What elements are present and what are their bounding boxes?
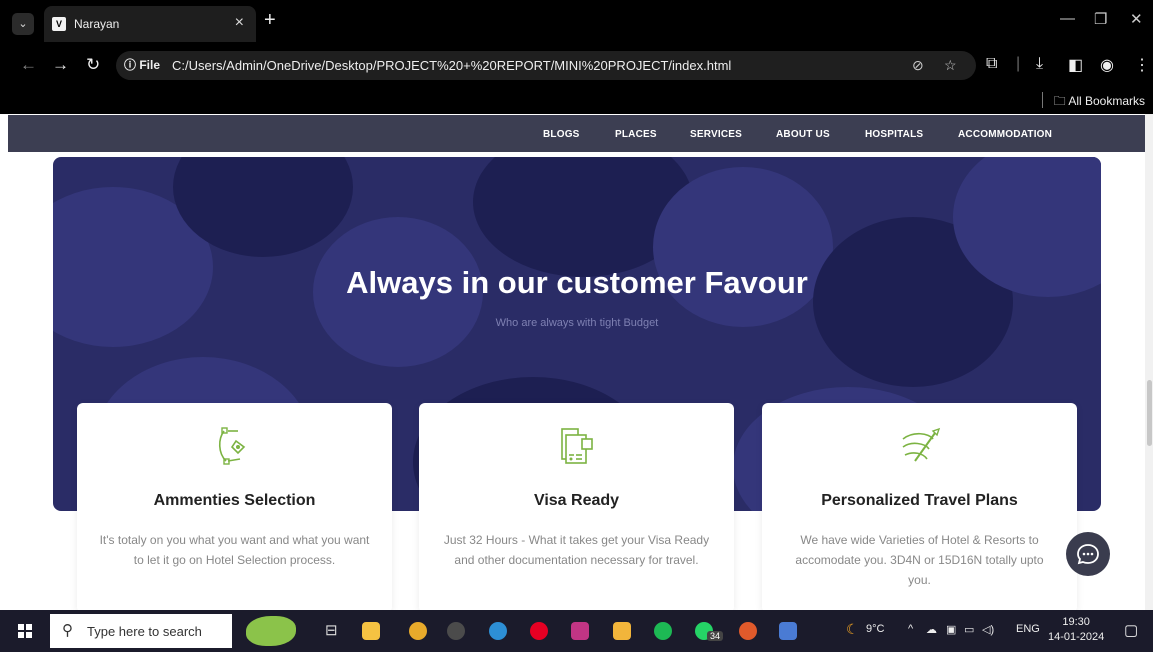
browser-tab[interactable]: V Narayan × <box>44 6 256 42</box>
site-info-chip[interactable]: ⓘ File <box>124 56 160 73</box>
notification-icon[interactable]: ▢ <box>1124 621 1138 639</box>
tab-title: Narayan <box>74 17 120 31</box>
clock-date: 14-01-2024 <box>1048 631 1105 643</box>
instagram-icon[interactable] <box>571 622 589 640</box>
volume-icon[interactable]: ◁) <box>982 623 994 636</box>
feature-card-amenities: Ammenties Selection It's totaly on you w… <box>77 403 392 610</box>
nav-link-services[interactable]: SERVICES <box>690 129 742 140</box>
address-toolbar: ← → ↻ ⓘ File C:/Users/Admin/OneDrive/Des… <box>0 46 1153 86</box>
bookmark-star-icon[interactable]: ☆ <box>944 57 957 74</box>
scrollbar[interactable] <box>1145 114 1153 610</box>
search-icon: ⚲ <box>62 622 73 639</box>
chat-button[interactable] <box>1066 532 1110 576</box>
feature-card-visa: Visa Ready Just 32 Hours - What it takes… <box>419 403 734 610</box>
edge-icon[interactable] <box>489 622 507 640</box>
hero-subtitle: Who are always with tight Budget <box>495 317 659 329</box>
address-bar[interactable]: ⓘ File C:/Users/Admin/OneDrive/Desktop/P… <box>116 51 976 80</box>
tray-chevron-icon[interactable]: ^ <box>908 623 913 635</box>
scrollbar-thumb[interactable] <box>1147 380 1152 446</box>
documents-icon <box>561 428 593 464</box>
tennis-widget-icon[interactable] <box>246 616 296 646</box>
hidden-eye-icon[interactable]: ⊘ <box>912 57 924 74</box>
page-viewport: BLOGS PLACES SERVICES ABOUT US HOSPITALS… <box>0 114 1153 610</box>
card-title: Visa Ready <box>533 492 620 509</box>
task-view-icon[interactable]: ⊟ <box>325 621 343 639</box>
translator-icon[interactable] <box>779 622 797 640</box>
nav-link-blogs[interactable]: BLOGS <box>543 129 580 140</box>
spotify-icon[interactable] <box>654 622 672 640</box>
feature-card-travel-plans: Personalized Travel Plans We have wide V… <box>762 403 1077 610</box>
tab-search-button[interactable]: ⌄ <box>12 13 34 35</box>
meet-now-icon[interactable]: ▣ <box>946 623 956 636</box>
language-indicator[interactable]: ENG <box>1016 623 1040 635</box>
forward-icon[interactable]: → <box>52 55 69 75</box>
settings-app-icon[interactable] <box>447 622 465 640</box>
file-explorer-icon[interactable] <box>613 622 631 640</box>
url-text[interactable]: C:/Users/Admin/OneDrive/Desktop/PROJECT%… <box>172 58 731 73</box>
close-tab-icon[interactable]: × <box>235 14 244 32</box>
chrome-profile-icon[interactable] <box>739 622 757 640</box>
nav-link-about-us[interactable]: ABOUT US <box>776 129 830 140</box>
back-icon[interactable]: ← <box>20 55 37 75</box>
side-panel-icon[interactable]: ◧ <box>1068 55 1083 75</box>
download-icon[interactable]: ⤓ <box>1036 55 1043 73</box>
travel-brush-icon <box>902 427 941 462</box>
all-bookmarks-label: All Bookmarks <box>1068 94 1145 108</box>
card-description: Just 32 Hours - What it takes get your V… <box>443 533 710 567</box>
reload-icon[interactable]: ↻ <box>86 55 100 75</box>
hero-background-shape <box>653 167 833 327</box>
chat-bubble-icon <box>1077 544 1099 565</box>
chrome-icon[interactable] <box>409 622 427 640</box>
menu-dots-icon[interactable]: ⋮ <box>1134 55 1150 75</box>
pinterest-icon[interactable] <box>530 622 548 640</box>
taskbar-search-placeholder: Type here to search <box>87 624 202 639</box>
close-window-icon[interactable]: ✕ <box>1130 10 1143 28</box>
minimize-icon[interactable]: — <box>1060 10 1075 27</box>
nav-link-places[interactable]: PLACES <box>615 129 657 140</box>
clock-time: 19:30 <box>1062 616 1090 628</box>
bookmarks-divider <box>1042 92 1043 108</box>
toolbar-divider: | <box>1016 55 1021 72</box>
folder-icon: 🗀 <box>1053 94 1069 108</box>
card-title: Personalized Travel Plans <box>821 492 1018 509</box>
whatsapp-badge: 34 <box>707 631 724 641</box>
browser-tab-bar: ⌄ V Narayan × + — ❐ ✕ <box>0 0 1153 46</box>
card-title: Ammenties Selection <box>153 492 316 509</box>
restore-icon[interactable]: ❐ <box>1094 10 1107 28</box>
all-bookmarks-button[interactable]: 🗀 All Bookmarks <box>1054 92 1145 113</box>
profile-icon[interactable]: ◉ <box>1100 55 1114 75</box>
favicon-icon: V <box>52 17 66 31</box>
card-description: It's totaly on you what you want and wha… <box>99 533 370 567</box>
taskbar-search-box[interactable]: ⚲ Type here to search <box>50 614 232 648</box>
new-tab-button[interactable]: + <box>264 9 276 32</box>
battery-icon[interactable]: ▭ <box>964 623 974 636</box>
hero-title: Always in our customer Favour <box>346 265 808 300</box>
moon-weather-icon: ☾ <box>846 621 859 637</box>
pen-tool-icon <box>218 427 246 465</box>
weather-temp[interactable]: 9°C <box>866 623 884 635</box>
system-clock[interactable]: 19:30 14-01-2024 <box>1048 615 1104 645</box>
nav-link-accommodation[interactable]: ACCOMMODATION <box>958 129 1052 140</box>
card-description: We have wide Varieties of Hotel & Resort… <box>795 533 1044 587</box>
windows-taskbar: ⚲ Type here to search ⊟ 34 ☾ 9°C ^ ☁ ▣ ▭… <box>0 610 1153 652</box>
extensions-icon[interactable]: ⧉ <box>986 55 997 73</box>
store-icon[interactable] <box>362 622 380 640</box>
site-navbar: BLOGS PLACES SERVICES ABOUT US HOSPITALS… <box>8 115 1145 152</box>
bookmarks-bar: 🗀 All Bookmarks <box>0 86 1153 114</box>
onedrive-icon[interactable]: ☁ <box>926 623 937 636</box>
windows-start-icon[interactable] <box>18 624 32 638</box>
nav-link-hospitals[interactable]: HOSPITALS <box>865 129 923 140</box>
